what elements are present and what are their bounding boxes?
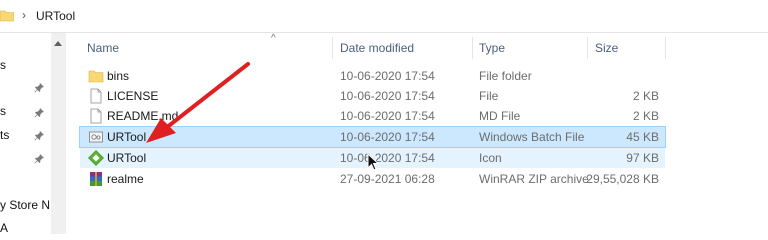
nav-item[interactable]: y Store N	[0, 198, 50, 212]
pin-icon[interactable]	[34, 108, 44, 118]
file-name: URTool	[107, 151, 147, 165]
file-date: 27-09-2021 06:28	[340, 172, 435, 186]
column-header-date[interactable]: Date modified	[340, 33, 414, 63]
file-row[interactable]: README.md 10-06-2020 17:54 MD File 2 KB	[80, 106, 665, 126]
file-icon	[90, 88, 102, 104]
file-name: bins	[107, 69, 130, 83]
file-name: realme	[107, 172, 144, 186]
column-header-type[interactable]: Type	[479, 33, 505, 63]
pin-icon[interactable]	[34, 131, 44, 141]
file-type: File	[479, 89, 499, 103]
nav-item[interactable]: s	[0, 104, 6, 118]
pin-icon[interactable]	[34, 154, 44, 164]
file-type: MD File	[479, 109, 521, 123]
file-size: 29,55,028 KB	[586, 172, 659, 186]
file-type: Windows Batch File	[479, 130, 585, 144]
column-divider[interactable]	[472, 37, 473, 59]
winrar-icon	[90, 172, 102, 186]
nav-item[interactable]: s	[0, 58, 6, 72]
file-type: File folder	[479, 69, 532, 83]
file-size: 2 KB	[632, 109, 659, 123]
file-row[interactable]: bins 10-06-2020 17:54 File folder	[80, 66, 665, 86]
file-date: 10-06-2020 17:54	[340, 151, 435, 165]
column-header-row: ^ Name Date modified Type Size	[66, 33, 768, 63]
column-header-name[interactable]: Name	[87, 33, 119, 63]
nav-item[interactable]: ts	[0, 128, 9, 142]
column-divider[interactable]	[665, 37, 666, 59]
file-size: 2 KB	[632, 89, 659, 103]
file-type: Icon	[479, 151, 502, 165]
nav-scrollbar[interactable]	[51, 33, 66, 234]
file-date: 10-06-2020 17:54	[340, 130, 435, 144]
address-bar[interactable]: › URTool	[0, 0, 768, 33]
file-name: LICENSE	[107, 89, 159, 103]
file-date: 10-06-2020 17:54	[340, 69, 435, 83]
file-name: README.md	[107, 109, 179, 123]
scroll-up-arrow-icon[interactable]	[54, 41, 62, 46]
column-divider[interactable]	[332, 37, 333, 59]
app-diamond-icon	[88, 150, 104, 166]
nav-item[interactable]: A	[0, 221, 8, 235]
sort-ascending-icon: ^	[271, 33, 276, 44]
file-date: 10-06-2020 17:54	[340, 89, 435, 103]
pin-icon[interactable]	[34, 83, 44, 93]
file-name: URTool	[107, 130, 147, 144]
batch-file-icon	[89, 131, 103, 143]
file-row-selected[interactable]: URTool 10-06-2020 17:54 Windows Batch Fi…	[79, 126, 666, 148]
file-type: WinRAR ZIP archive	[479, 172, 589, 186]
file-date: 10-06-2020 17:54	[340, 109, 435, 123]
file-row[interactable]: LICENSE 10-06-2020 17:54 File 2 KB	[80, 86, 665, 106]
breadcrumb-current[interactable]: URTool	[36, 9, 75, 23]
folder-icon	[88, 70, 104, 83]
file-icon	[90, 108, 102, 124]
file-size: 45 KB	[626, 130, 659, 144]
chevron-right-icon[interactable]: ›	[22, 8, 26, 22]
mouse-cursor-icon	[367, 153, 380, 171]
file-size: 97 KB	[626, 151, 659, 165]
folder-icon	[0, 10, 14, 22]
column-divider[interactable]	[587, 37, 588, 59]
column-header-size[interactable]: Size	[595, 33, 618, 63]
